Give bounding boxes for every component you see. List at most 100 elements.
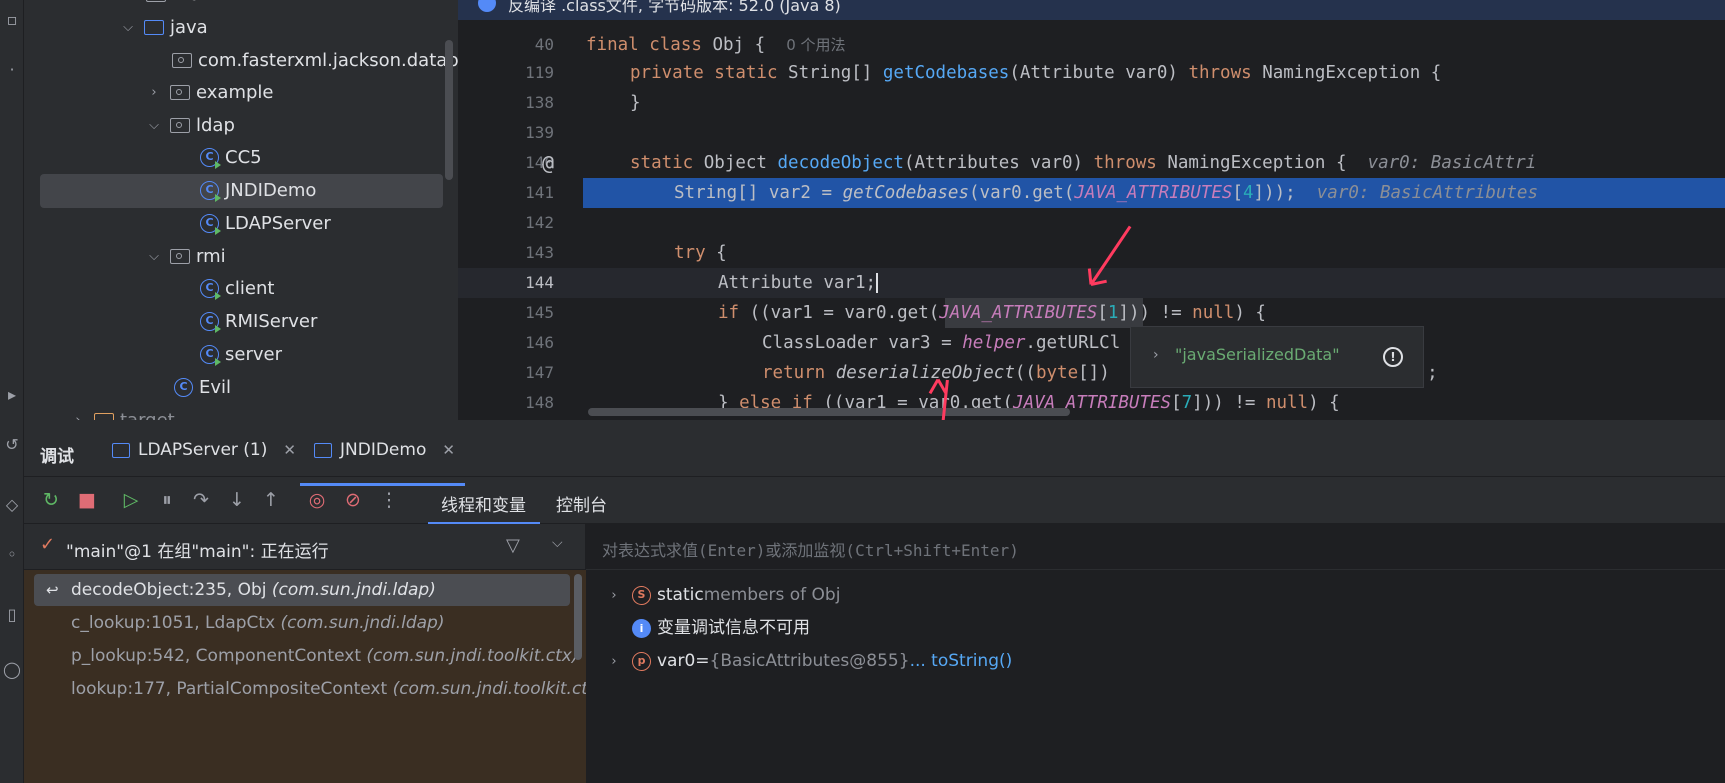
runnable-class-icon: C xyxy=(200,148,221,169)
chevron-down-icon[interactable]: ⌵ xyxy=(120,11,136,44)
override-gutter-icon[interactable]: @ xyxy=(542,148,554,178)
text-caret xyxy=(876,273,879,293)
line-number: 147 xyxy=(525,363,554,382)
runnable-class-icon: C xyxy=(200,181,221,202)
parameter-icon: p xyxy=(632,652,651,671)
folder-icon xyxy=(146,0,166,2)
tree-item-package[interactable]: com.fasterxml.jackson.databind.n xyxy=(172,44,458,77)
variable-info-message: i 变量调试信息不可用 xyxy=(586,612,810,645)
to-string-link[interactable]: ... toString() xyxy=(910,645,1013,678)
chevron-right-icon[interactable]: › xyxy=(604,579,624,612)
tab-ldapserver[interactable]: LDAPServer (1) ✕ xyxy=(112,440,296,460)
run-config-icon xyxy=(314,442,332,458)
debug-icon[interactable]: ↺ xyxy=(0,435,24,455)
line-number: 139 xyxy=(525,123,554,142)
code-editor[interactable]: 反编译 .class文件, 字节码版本: 52.0 (Java 8) 40 11… xyxy=(458,0,1725,420)
problems-icon[interactable]: ◯ xyxy=(0,660,24,680)
line-number: 148 xyxy=(525,393,554,412)
line-number: 141 xyxy=(525,183,554,202)
stack-frame[interactable]: c_lookup:1051, LdapCtx (com.sun.jndi.lda… xyxy=(34,607,570,639)
line-number: 145 xyxy=(525,303,554,322)
git-icon[interactable]: ◦ xyxy=(0,545,24,565)
evaluate-expression-input[interactable]: 对表达式求值(Enter)或添加监视(Ctrl+Shift+Enter) xyxy=(586,524,1725,570)
variable-var0[interactable]: › p var0 = {BasicAttributes@855} ... toS… xyxy=(586,645,1012,678)
line-number: 144 xyxy=(525,273,554,292)
services-icon[interactable]: ◇ xyxy=(0,495,24,515)
more-options-icon[interactable]: ⋮ xyxy=(378,489,400,511)
project-tree: main ⌵ java com.fasterxml.jackson.databi… xyxy=(24,0,458,460)
mute-breakpoints-icon[interactable]: ⊘ xyxy=(342,489,364,511)
rerun-icon[interactable]: ↻ xyxy=(40,489,62,511)
pause-icon[interactable]: ⏸ xyxy=(156,489,178,511)
line-number: 143 xyxy=(525,243,554,262)
view-breakpoints-icon[interactable]: ◎ xyxy=(306,489,328,511)
code-line-119: private static String[] getCodebases(Att… xyxy=(630,63,1442,83)
runnable-class-icon: C xyxy=(200,345,221,366)
stack-frames-list: ↩ decodeObject:235, Obj (com.sun.jndi.ld… xyxy=(24,570,605,783)
debug-panel: 调试 LDAPServer (1) ✕ JNDIDemo ✕ ↻ ■ ▷ ⏸ ↷… xyxy=(24,420,1725,783)
line-number: 146 xyxy=(525,333,554,352)
editor-horizontal-scrollbar[interactable] xyxy=(588,408,1070,416)
step-over-icon[interactable]: ↷ xyxy=(190,489,212,511)
frames-scrollbar[interactable] xyxy=(574,574,582,660)
chevron-right-icon[interactable]: › xyxy=(604,645,624,678)
run-icon[interactable]: ▸ xyxy=(0,385,24,405)
stack-frame[interactable]: ↩ decodeObject:235, Obj (com.sun.jndi.ld… xyxy=(34,574,570,606)
resume-icon[interactable]: ▷ xyxy=(120,489,142,511)
line-number: 142 xyxy=(525,213,554,232)
package-icon xyxy=(170,249,190,264)
debug-toolbar: ↻ ■ ▷ ⏸ ↷ ↓ ↑ ◎ ⊘ ⋮ 线程和变量 控制台 xyxy=(24,476,1725,525)
tree-item-ldapserver[interactable]: C LDAPServer xyxy=(200,207,331,240)
tree-item-jndidemo[interactable]: C JNDIDemo xyxy=(200,174,316,207)
chevron-right-icon[interactable]: › xyxy=(1153,347,1159,363)
value-tooltip[interactable]: › "javaSerializedData" ! xyxy=(1130,326,1424,388)
tree-item-client[interactable]: C client xyxy=(200,272,274,305)
stack-frame[interactable]: lookup:177, PartialCompositeContext (com… xyxy=(34,673,605,705)
variables-pane: 对表达式求值(Enter)或添加监视(Ctrl+Shift+Enter) › S… xyxy=(586,524,1725,783)
tree-item-cc5[interactable]: C CC5 xyxy=(200,141,262,174)
package-icon xyxy=(172,53,192,68)
stack-frame[interactable]: p_lookup:542, ComponentContext (com.sun.… xyxy=(34,640,579,672)
tree-item-main[interactable]: main xyxy=(146,0,217,11)
close-icon[interactable]: ✕ xyxy=(283,441,296,459)
code-line-146: ClassLoader var3 = helper.getURLCl xyxy=(762,333,1121,353)
structure-icon[interactable]: ▫ xyxy=(0,10,24,30)
thread-label: "main"@1 在组"main": 正在运行 xyxy=(66,542,329,562)
tab-console[interactable]: 控制台 xyxy=(556,491,607,516)
tree-scrollbar[interactable] xyxy=(445,40,453,180)
tree-item-example[interactable]: › example xyxy=(146,76,273,109)
tree-item-server[interactable]: C server xyxy=(200,338,282,371)
tab-jndidemo[interactable]: JNDIDemo ✕ xyxy=(314,440,455,460)
more-icon[interactable]: · xyxy=(0,60,24,80)
runnable-class-icon: C xyxy=(200,214,221,235)
debug-tab-bar: 调试 LDAPServer (1) ✕ JNDIDemo ✕ xyxy=(24,430,1725,486)
chevron-down-icon[interactable]: ⌵ xyxy=(552,535,563,551)
runnable-class-icon: C xyxy=(200,279,221,300)
tree-item-rmiserver[interactable]: C RMIServer xyxy=(200,305,317,338)
close-icon[interactable]: ✕ xyxy=(442,441,455,459)
tree-item-rmi[interactable]: ⌵ rmi xyxy=(146,240,226,273)
tree-item-java[interactable]: ⌵ java xyxy=(120,11,208,44)
line-number: 40 xyxy=(534,35,554,54)
code-line-138: } xyxy=(630,93,641,113)
line-number: 138 xyxy=(525,93,554,112)
frames-pane: ✓ "main"@1 在组"main": 正在运行 ▽ ⌵ ↩ decodeOb… xyxy=(24,524,605,783)
class-icon: C xyxy=(174,378,193,397)
stop-icon[interactable]: ■ xyxy=(76,489,98,511)
warning-icon[interactable]: ! xyxy=(1383,347,1403,367)
package-icon xyxy=(170,118,190,133)
decompiled-banner: 反编译 .class文件, 字节码版本: 52.0 (Java 8) xyxy=(458,0,1725,20)
step-into-icon[interactable]: ↓ xyxy=(226,489,248,511)
tab-threads-variables[interactable]: 线程和变量 xyxy=(441,491,526,516)
chevron-down-icon[interactable]: ⌵ xyxy=(146,240,162,273)
step-out-icon[interactable]: ↑ xyxy=(260,489,282,511)
variable-static-members[interactable]: › S static members of Obj xyxy=(586,579,840,612)
terminal-icon[interactable]: ▯ xyxy=(0,605,24,625)
thread-selector[interactable]: ✓ "main"@1 在组"main": 正在运行 ▽ ⌵ xyxy=(24,524,586,570)
chevron-right-icon[interactable]: › xyxy=(146,76,162,109)
chevron-down-icon[interactable]: ⌵ xyxy=(146,109,162,142)
filter-icon[interactable]: ▽ xyxy=(506,535,520,556)
static-icon: S xyxy=(632,586,651,605)
tree-item-evil[interactable]: C Evil xyxy=(174,371,231,404)
tree-item-ldap[interactable]: ⌵ ldap xyxy=(146,109,235,142)
